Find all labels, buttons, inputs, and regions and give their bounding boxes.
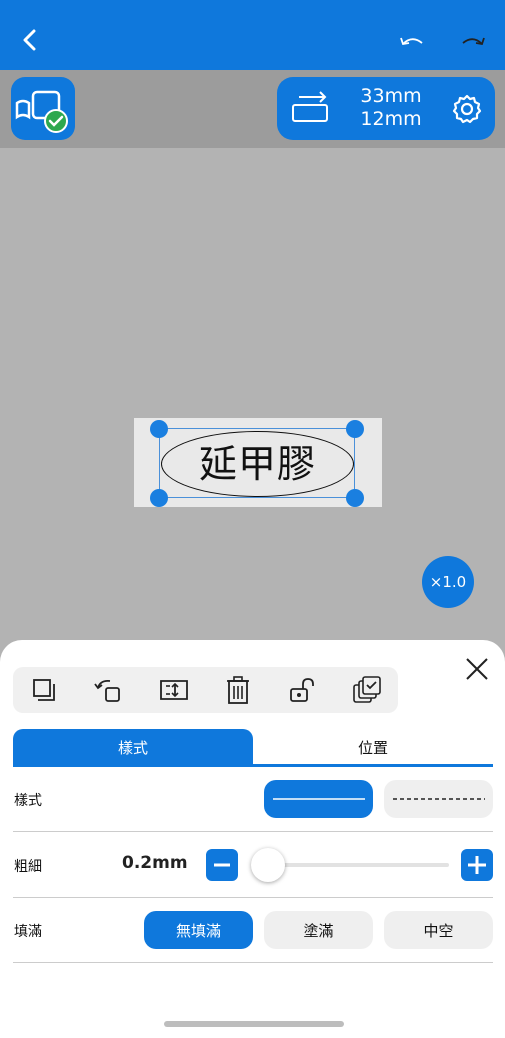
- rotate-button[interactable]: [92, 673, 126, 707]
- top-app-bar: [0, 0, 505, 70]
- lock-icon: [290, 678, 314, 702]
- gear-icon[interactable]: [451, 93, 483, 125]
- copy-icon: [33, 679, 55, 701]
- increase-thickness-button[interactable]: [461, 849, 493, 881]
- orientation-icon: [292, 91, 328, 122]
- object-tools: [13, 667, 398, 713]
- label-text[interactable]: 延甲膠: [161, 436, 354, 492]
- duplicate-button[interactable]: [27, 673, 61, 707]
- resize-handle-bottom-right[interactable]: [346, 489, 364, 507]
- plus-icon: [468, 856, 486, 874]
- printer-connected-icon: [15, 90, 68, 133]
- home-indicator: [164, 1021, 344, 1027]
- arrange-layers-button[interactable]: [350, 673, 384, 707]
- thickness-slider-thumb[interactable]: [250, 848, 285, 882]
- close-icon: [466, 658, 488, 680]
- line-style-dashed-button[interactable]: [384, 780, 493, 818]
- divider: [13, 962, 493, 963]
- thickness-value: 0.2mm: [122, 853, 188, 873]
- rotate-icon: [94, 679, 120, 702]
- fill-solid-button[interactable]: 塗滿: [264, 911, 373, 949]
- divider: [13, 897, 493, 898]
- fill-none-button[interactable]: 無填滿: [144, 911, 253, 949]
- undo-button[interactable]: [395, 28, 429, 54]
- solid-line-icon: [272, 798, 365, 800]
- lock-button[interactable]: [285, 673, 319, 707]
- label-height: 12mm: [360, 108, 422, 130]
- resize-handle-bottom-left[interactable]: [150, 489, 168, 507]
- back-button[interactable]: [14, 24, 46, 56]
- redo-button[interactable]: [456, 28, 490, 54]
- label-size-text: 33mm 12mm: [359, 85, 423, 131]
- fit-height-button[interactable]: [157, 673, 191, 707]
- resize-handle-top-right[interactable]: [346, 420, 364, 438]
- zoom-button[interactable]: ×1.0: [422, 556, 474, 608]
- resize-handle-top-left[interactable]: [150, 420, 168, 438]
- trash-icon: [227, 676, 249, 704]
- minus-icon: [214, 863, 230, 867]
- line-style-solid-button[interactable]: [264, 780, 373, 818]
- dashed-line-icon: [392, 798, 485, 800]
- fill-hollow-button[interactable]: 中空: [384, 911, 493, 949]
- fill-row-label: 填滿: [14, 924, 42, 940]
- undo-icon: [400, 37, 423, 46]
- delete-button[interactable]: [221, 673, 255, 707]
- label-size-button[interactable]: 33mm 12mm: [277, 77, 495, 140]
- fit-height-icon: [160, 680, 188, 700]
- close-panel-button[interactable]: [462, 654, 492, 684]
- style-row-label: 樣式: [14, 793, 42, 809]
- divider: [13, 831, 493, 832]
- label-width: 33mm: [360, 85, 422, 107]
- redo-icon: [462, 37, 485, 46]
- tab-style[interactable]: 樣式: [13, 729, 253, 765]
- thickness-row-label: 粗細: [14, 859, 42, 875]
- tab-position[interactable]: 位置: [253, 729, 493, 765]
- printer-connection-button[interactable]: [11, 77, 75, 140]
- back-icon: [23, 29, 36, 51]
- layers-icon: [353, 676, 381, 703]
- decrease-thickness-button[interactable]: [206, 849, 238, 881]
